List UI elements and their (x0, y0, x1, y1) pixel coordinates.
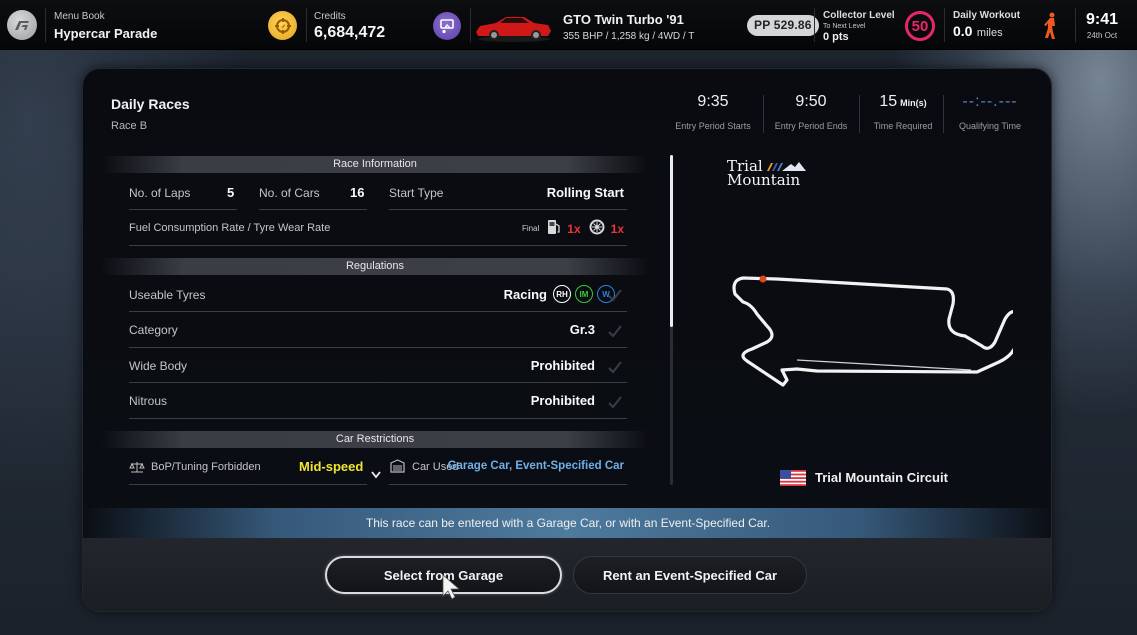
workout-unit: miles (976, 27, 1003, 39)
entry-start-value: 9:35 (697, 93, 729, 110)
clock-date: 24th Oct (1086, 31, 1118, 40)
balance-scale-icon (129, 460, 145, 478)
collector-label: Collector Level (823, 10, 895, 21)
garage-icon[interactable] (433, 12, 461, 40)
top-status-bar: Menu Book Hypercar Parade Credits 6,684,… (0, 0, 1137, 50)
scrollbar-thumb[interactable] (670, 155, 673, 327)
consumption-rate-label: Fuel Consumption Rate / Tyre Wear Rate (129, 222, 331, 234)
track-logo-line2: Mountain (727, 171, 801, 189)
useable-tyres-value: Racing RH IM W (504, 285, 615, 303)
collector-sub-label: To Next Level (823, 23, 866, 30)
qualifying-time-block: --:--.--- Qualifying Time (947, 93, 1033, 131)
runner-icon (1044, 12, 1058, 62)
tyre-badge-rh: RH (553, 285, 571, 303)
car-specs: 355 BHP / 1,258 kg / 4WD / T (563, 31, 695, 42)
qualifying-time-label: Qualifying Time (958, 121, 1022, 131)
credits-label: Credits (314, 11, 346, 22)
check-icon (608, 396, 622, 409)
page-title: Daily Races (111, 96, 190, 112)
track-logo: Trial Mountain (727, 159, 807, 189)
start-type-value: Rolling Start (546, 185, 624, 200)
current-car-info[interactable]: GTO Twin Turbo '91 355 BHP / 1,258 kg / … (563, 12, 694, 62)
credits-value: 6,684,472 (314, 24, 386, 41)
start-type-label: Start Type (389, 186, 444, 200)
laps-value: 5 (227, 185, 235, 200)
race-information-header: Race Information (101, 156, 649, 173)
entry-end-block: 9:50 Entry Period Ends (771, 93, 851, 131)
rate-final-label: Final (521, 224, 540, 233)
gt-logo-icon[interactable] (7, 10, 37, 40)
mouse-cursor-icon (442, 574, 461, 600)
collector-level-info: Collector Level To Next Level 0 pts (823, 10, 895, 60)
category-value: Gr.3 (569, 322, 595, 337)
time-required-unit: Min(s) (900, 98, 927, 108)
entry-info-message: This race can be entered with a Garage C… (83, 508, 1051, 538)
nitrous-value: Prohibited (530, 393, 595, 408)
cars-label: No. of Cars (259, 186, 320, 200)
time-required-label: Time Required (873, 121, 933, 131)
wide-body-value: Prohibited (530, 358, 595, 373)
usa-flag-icon (780, 470, 806, 486)
fuel-icon (547, 219, 561, 238)
cars-value: 16 (350, 185, 365, 200)
entry-start-block: 9:35 Entry Period Starts (673, 93, 753, 131)
entry-end-label: Entry Period Ends (774, 121, 848, 131)
nitrous-label: Nitrous (129, 394, 168, 408)
category-label: Category (129, 323, 178, 337)
car-restrictions-header: Car Restrictions (101, 431, 649, 448)
garage-car-icon (390, 459, 405, 478)
workout-label: Daily Workout (953, 10, 1021, 21)
tyre-type-value: Racing (503, 286, 547, 302)
useable-tyres-label: Useable Tyres (129, 288, 206, 302)
entry-start-label: Entry Period Starts (675, 121, 751, 131)
pp-badge: PP 529.86 (747, 15, 819, 36)
race-subtitle: Race B (111, 120, 148, 132)
action-footer: Select from Garage Rent an Event-Specifi… (83, 538, 1051, 611)
laps-label: No. of Laps (129, 186, 191, 200)
time-required-block: 15 Min(s) Time Required (863, 93, 943, 131)
check-icon (608, 289, 622, 302)
rent-event-car-button[interactable]: Rent an Event-Specified Car (573, 556, 807, 594)
start-point-marker (759, 275, 767, 283)
daily-workout-info: Daily Workout 0.0 miles (953, 10, 1020, 60)
menu-book-label: Menu Book (54, 11, 105, 22)
car-thumbnail (472, 10, 554, 44)
chevron-down-icon[interactable] (371, 466, 381, 484)
workout-value: 0.0 (953, 23, 973, 39)
entry-end-value: 9:50 (795, 93, 827, 110)
consumption-rates: Final 1x 1x (522, 219, 624, 238)
track-name: Trial Mountain Circuit (815, 470, 948, 485)
wide-body-label: Wide Body (129, 359, 188, 373)
menu-book-info[interactable]: Menu Book Hypercar Parade (54, 11, 157, 61)
qualifying-time-value: --:--.--- (962, 93, 1018, 110)
time-required-value: 15 (879, 93, 898, 110)
credits-info: Credits 6,684,472 (314, 11, 385, 61)
bop-value: Mid-speed (299, 459, 364, 474)
tyre-badge-im: IM (575, 285, 593, 303)
menu-book-value: Hypercar Parade (54, 26, 158, 41)
check-icon (608, 361, 622, 374)
car-used-value: Garage Car, Event-Specified Car (447, 460, 624, 472)
fuel-rate-value: 1x (567, 221, 581, 236)
clock: 9:41 24th Oct (1086, 11, 1118, 61)
clock-time: 9:41 (1086, 11, 1119, 28)
car-name: GTO Twin Turbo '91 (563, 12, 684, 27)
check-icon (608, 325, 622, 338)
track-map (732, 275, 1013, 387)
regulations-header: Regulations (101, 258, 649, 275)
race-details-panel: Daily Races Race B 9:35 Entry Period Sta… (82, 68, 1052, 612)
bop-label: BoP/Tuning Forbidden (151, 461, 261, 473)
tyre-wear-icon (589, 219, 605, 238)
credits-icon (268, 11, 297, 40)
tyre-rate-value: 1x (610, 221, 624, 236)
collector-points: 0 pts (823, 31, 849, 43)
collector-level-badge: 50 (905, 11, 935, 41)
